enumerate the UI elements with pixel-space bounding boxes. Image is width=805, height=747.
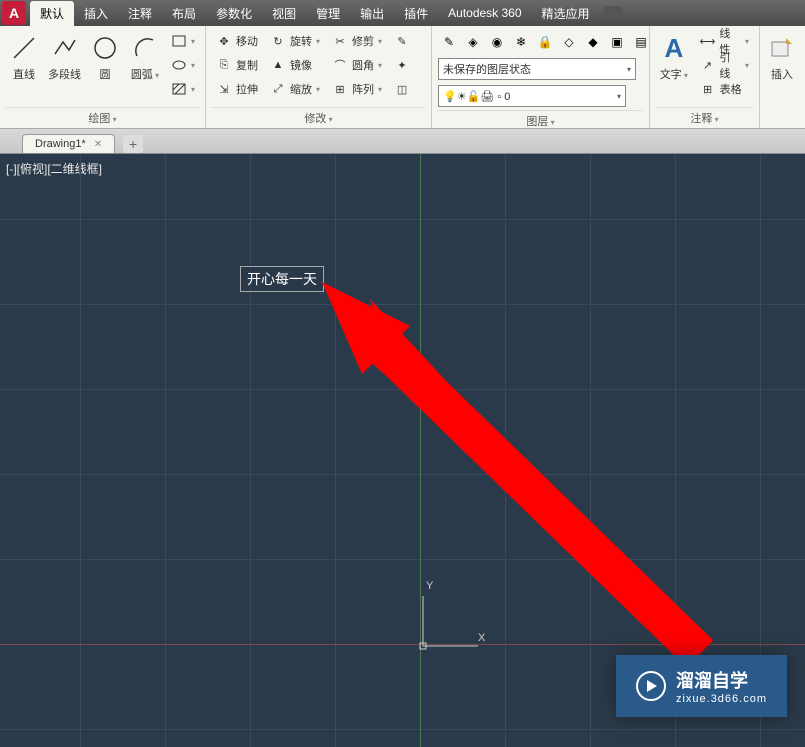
- ucs-x-label: X: [478, 632, 485, 644]
- tool-rect[interactable]: [167, 30, 199, 52]
- layer-prop-icon[interactable]: ✎: [438, 31, 460, 53]
- tool-leader[interactable]: ↗引线: [696, 54, 753, 76]
- tab-view[interactable]: 视图: [262, 1, 306, 26]
- tab-manage[interactable]: 管理: [306, 1, 350, 26]
- tool-stretch[interactable]: ⇲拉伸: [212, 78, 262, 100]
- layer-btn8-icon[interactable]: ▣: [606, 31, 628, 53]
- panel-annotation-title[interactable]: 注释: [656, 107, 753, 128]
- close-icon[interactable]: ✕: [94, 139, 102, 150]
- tab-plugins[interactable]: 插件: [394, 1, 438, 26]
- tool-arc[interactable]: 圆弧: [127, 30, 163, 84]
- tool-insert-block[interactable]: 插入: [766, 30, 798, 84]
- tab-autodesk360[interactable]: Autodesk 360: [438, 2, 531, 24]
- tab-default[interactable]: 默认: [30, 1, 74, 26]
- layer-state-dropdown[interactable]: 未保存的图层状态▾: [438, 58, 636, 80]
- tool-rotate[interactable]: ↻旋转: [266, 30, 324, 52]
- tool-scale[interactable]: ⤢缩放: [266, 78, 324, 100]
- watermark-title: 溜溜自学: [676, 667, 767, 693]
- watermark-url: zixue.3d66.com: [676, 693, 767, 705]
- ucs-y-label: Y: [426, 580, 433, 592]
- tool-polyline[interactable]: 多段线: [46, 30, 83, 84]
- view-controls-label[interactable]: [-][俯视][二维线框]: [6, 160, 102, 177]
- layer-lock-icon[interactable]: 🔒: [534, 31, 556, 53]
- tool-offset[interactable]: ◫: [390, 78, 414, 100]
- new-tab-button[interactable]: +: [123, 135, 143, 153]
- tool-array[interactable]: ⊞阵列: [328, 78, 386, 100]
- tool-mirror[interactable]: ▲镜像: [266, 54, 324, 76]
- layer-btn7-icon[interactable]: ◆: [582, 31, 604, 53]
- tab-parametric[interactable]: 参数化: [206, 1, 262, 26]
- file-tab-drawing1[interactable]: Drawing1* ✕: [22, 134, 115, 153]
- tool-hatch[interactable]: [167, 78, 199, 100]
- panel-modify-title[interactable]: 修改: [212, 107, 425, 128]
- tool-trim[interactable]: ✂修剪: [328, 30, 386, 52]
- tool-explode[interactable]: ✦: [390, 54, 414, 76]
- text-entity[interactable]: 开心每一天: [240, 266, 324, 292]
- panel-insert: 插入: [760, 26, 802, 128]
- tool-fillet[interactable]: ⌒圆角: [328, 54, 386, 76]
- ribbon: 直线 多段线 圆 圆弧 绘图 ✥移动: [0, 26, 805, 129]
- app-icon[interactable]: A: [2, 1, 26, 25]
- menubar: A 默认 插入 注释 布局 参数化 视图 管理 输出 插件 Autodesk 3…: [0, 0, 805, 26]
- tab-annotate[interactable]: 注释: [118, 1, 162, 26]
- watermark: 溜溜自学 zixue.3d66.com: [616, 655, 787, 717]
- layer-states-icon[interactable]: ◈: [462, 31, 484, 53]
- tool-line[interactable]: 直线: [6, 30, 42, 84]
- panel-draw: 直线 多段线 圆 圆弧 绘图: [0, 26, 206, 128]
- tab-output[interactable]: 输出: [350, 1, 394, 26]
- layer-iso-icon[interactable]: ◉: [486, 31, 508, 53]
- panel-layer-title[interactable]: 图层: [438, 110, 643, 131]
- play-icon: [636, 671, 666, 701]
- layer-btn9-icon[interactable]: ▤: [630, 31, 652, 53]
- tool-ellipse[interactable]: [167, 54, 199, 76]
- panel-layer: ✎ ◈ ◉ ❄ 🔒 ◇ ◆ ▣ ▤ 未保存的图层状态▾ 💡☀🔓🖨 ▫ 0▾ 图层: [432, 26, 650, 128]
- x-axis: [0, 644, 805, 645]
- tab-layout[interactable]: 布局: [162, 1, 206, 26]
- tab-insert[interactable]: 插入: [74, 1, 118, 26]
- tool-text[interactable]: A 文字: [656, 30, 692, 84]
- file-tabbar: Drawing1* ✕ +: [0, 129, 805, 154]
- tool-copy[interactable]: ⎘复制: [212, 54, 262, 76]
- ribbon-options-icon[interactable]: [604, 6, 622, 20]
- tool-circle[interactable]: 圆: [87, 30, 123, 84]
- ucs-icon[interactable]: [418, 586, 488, 659]
- panel-draw-title[interactable]: 绘图: [6, 107, 199, 128]
- tool-move[interactable]: ✥移动: [212, 30, 262, 52]
- layer-btn6-icon[interactable]: ◇: [558, 31, 580, 53]
- tool-table[interactable]: ⊞表格: [696, 78, 753, 100]
- panel-modify: ✥移动 ⎘复制 ⇲拉伸 ↻旋转 ▲镜像 ⤢缩放 ✂修剪 ⌒圆角 ⊞阵列 ✎ ✦ …: [206, 26, 432, 128]
- panel-annotation: A 文字 ⟷线性 ↗引线 ⊞表格 注释: [650, 26, 760, 128]
- drawing-area[interactable]: [-][俯视][二维线框] 开心每一天 Y X 溜溜自学: [0, 154, 805, 747]
- layer-current-dropdown[interactable]: 💡☀🔓🖨 ▫ 0▾: [438, 85, 626, 107]
- layer-freeze-icon[interactable]: ❄: [510, 31, 532, 53]
- tool-erase[interactable]: ✎: [390, 30, 414, 52]
- tab-featured[interactable]: 精选应用: [532, 1, 600, 26]
